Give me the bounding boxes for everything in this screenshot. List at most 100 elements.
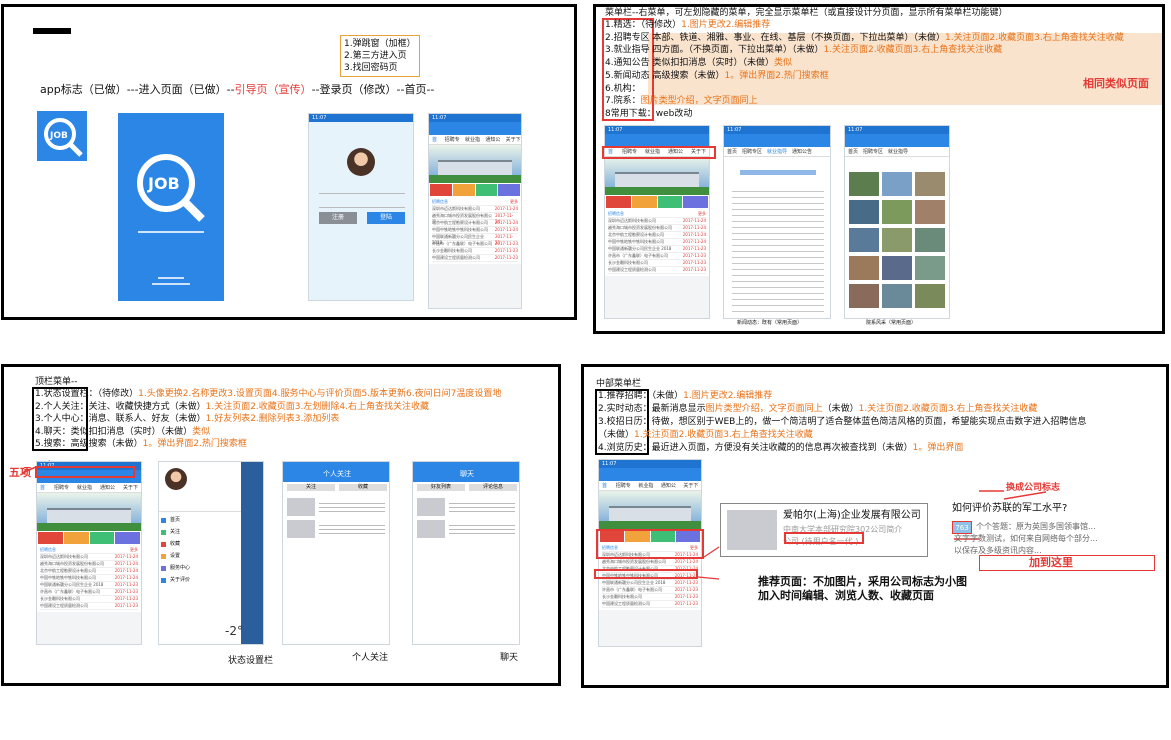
list-item[interactable]: 北京中航工程勘察设计有限公司 2017-11-24 bbox=[432, 220, 518, 227]
department-photo[interactable] bbox=[882, 256, 912, 280]
list-item[interactable]: 深圳市迈达斯科技有限公司 2017-11-24 bbox=[432, 206, 518, 213]
department-photo[interactable] bbox=[849, 256, 879, 280]
menu-item-black: （待修改） bbox=[640, 20, 682, 30]
menu-item-orange: 1.头像更换2.名称更改3.设置页面4.服务中心与评价页面5.版本更新6.夜间日… bbox=[138, 389, 502, 399]
list-item[interactable]: 越秀海口城市投资发展股份有限公司 2017-11-24 bbox=[608, 225, 706, 232]
list-item[interactable]: 长沙金雕科技有限公司 2017-11-23 bbox=[432, 248, 518, 255]
drawer-item[interactable]: 设置 bbox=[161, 550, 241, 562]
drawer-screen: 首页 关注 收藏 设置 服务中心 关于评价 -2° bbox=[158, 461, 264, 645]
quick-entry-icon[interactable] bbox=[657, 196, 683, 208]
department-photo[interactable] bbox=[915, 256, 945, 280]
tab-item[interactable]: 就业指导 bbox=[77, 483, 95, 501]
change-logo-note: 换成公司标志 bbox=[1006, 483, 1061, 493]
department-photo[interactable] bbox=[882, 200, 912, 224]
tab-item[interactable]: 招聘专区 bbox=[445, 135, 460, 153]
question-title: 如何评价苏联的军工水平? bbox=[952, 503, 1068, 514]
follow-tab-collect[interactable]: 收藏 bbox=[339, 484, 387, 491]
tab-item[interactable]: 关于下载 bbox=[123, 483, 141, 501]
recruit-list: 招聘信息 更多 深圳市迈达斯科技有限公司 2017-11-24 越秀海口城市投资发展股份… bbox=[605, 209, 709, 276]
drawer-item[interactable]: 收藏 bbox=[161, 538, 241, 550]
drawer-item[interactable]: 首页 bbox=[161, 514, 241, 526]
quick-entry-icon[interactable] bbox=[475, 184, 498, 196]
drawer-item[interactable]: 服务中心 bbox=[161, 562, 241, 574]
follow-tab-follow[interactable]: 关注 bbox=[287, 484, 335, 491]
tab-item[interactable]: 通知公告 bbox=[485, 135, 500, 153]
quick-entry-icon[interactable] bbox=[683, 196, 708, 208]
register-button[interactable]: 注册 bbox=[319, 212, 357, 224]
list-item-name: 中国联通新疆分公司民生企业 2018 bbox=[432, 234, 484, 245]
drawer-item[interactable]: 关于评价 bbox=[161, 574, 241, 586]
list-item[interactable]: 中国联通新疆分公司民生企业 2018 2017-11-23 bbox=[40, 582, 138, 589]
list-more[interactable]: 更多 bbox=[510, 199, 518, 205]
department-photo[interactable] bbox=[882, 172, 912, 196]
chat-tab-friends[interactable]: 好友列表 bbox=[417, 484, 465, 491]
department-photo[interactable] bbox=[849, 172, 879, 196]
quick-entry-icon[interactable] bbox=[89, 532, 115, 544]
tab-item[interactable]: 通知公告 bbox=[100, 483, 118, 501]
department-photo[interactable] bbox=[882, 284, 912, 308]
home-banner[interactable] bbox=[37, 493, 141, 531]
list-item[interactable]: 长沙金雕科技有限公司 2017-11-23 bbox=[40, 596, 138, 603]
list-item[interactable]: 越秀海口城市投资发展股份有限公司 2017-11-24 bbox=[432, 213, 518, 224]
list-header: 招聘信息 更多 bbox=[432, 199, 518, 206]
menu-item-black: ：（待修改） bbox=[88, 389, 139, 399]
department-photo[interactable] bbox=[849, 200, 879, 224]
menu-item-orange: 1.关注页面2.收藏页面3.右上角查找关注收藏 bbox=[823, 45, 1003, 56]
department-photo[interactable] bbox=[915, 172, 945, 196]
list-item[interactable]: 中国联通新疆分公司民生企业 2018 2017-11-23 bbox=[432, 234, 518, 245]
list-item[interactable]: 中国联通新疆分公司民生企业 2018 2017-11-23 bbox=[608, 246, 706, 253]
list-item[interactable]: 长沙金雕科技有限公司 2017-11-23 bbox=[608, 260, 706, 267]
list-item-name: 中国建设工程质量检测公司 bbox=[40, 603, 88, 608]
tab-item[interactable]: 首页 bbox=[432, 135, 440, 153]
home-banner[interactable] bbox=[605, 157, 709, 195]
list-item[interactable]: 深圳市迈达斯科技有限公司 2017-11-24 bbox=[608, 218, 706, 225]
menu-item-line: 2.招聘专区 本部、铁道、湘雅、事业、在线、基层（不换页面，下拉出菜单）（未做）… bbox=[605, 32, 1124, 45]
chat-tab-comments[interactable]: 评论信息 bbox=[469, 484, 517, 491]
list-item[interactable]: 中国建设工程质量检测公司 2017-11-23 bbox=[608, 267, 706, 274]
username-field[interactable] bbox=[319, 184, 405, 194]
tab-item[interactable]: 就业指导 bbox=[465, 135, 480, 153]
department-photo[interactable] bbox=[849, 284, 879, 308]
list-more[interactable]: 更多 bbox=[698, 211, 706, 217]
quick-entry-icon[interactable] bbox=[38, 532, 63, 544]
tab-item[interactable]: 首页 bbox=[40, 483, 49, 501]
password-field[interactable] bbox=[319, 198, 405, 208]
quick-entry-icon[interactable] bbox=[115, 532, 140, 544]
list-item[interactable]: 深圳市迈达斯科技有限公司 2017-11-24 bbox=[40, 554, 138, 561]
department-photo[interactable] bbox=[915, 200, 945, 224]
list-more[interactable]: 更多 bbox=[130, 547, 138, 553]
quick-entry-icon[interactable] bbox=[498, 184, 520, 196]
login-button[interactable]: 登陆 bbox=[367, 212, 405, 224]
quick-entry-icon[interactable] bbox=[430, 184, 452, 196]
department-photo[interactable] bbox=[915, 228, 945, 252]
follow-item-thumb-2 bbox=[287, 520, 315, 538]
tab-item[interactable]: 招聘专区 bbox=[54, 483, 72, 501]
list-item-name: 越秀海口城市投资发展股份有限公司 bbox=[608, 225, 672, 230]
list-item[interactable]: 中国中铁地铁中铁科技有限公司 2017-11-24 bbox=[608, 239, 706, 246]
list-header: 招聘信息 更多 bbox=[608, 211, 706, 218]
quick-entry-icon[interactable] bbox=[452, 184, 475, 196]
list-item[interactable]: 中国建设工程质量检测公司 2017-11-23 bbox=[40, 603, 138, 610]
list-item[interactable]: 北京中航工程勘察设计有限公司 2017-11-24 bbox=[608, 232, 706, 239]
list-item[interactable]: 许昌市（广东鑫联）电子有限公司 2017-11-23 bbox=[608, 253, 706, 260]
home-banner[interactable] bbox=[429, 145, 521, 183]
list-item[interactable]: 中国中铁地铁中铁科技有限公司 2017-11-24 bbox=[432, 227, 518, 234]
list-item[interactable]: 越秀海口城市投资发展股份有限公司 2017-11-24 bbox=[40, 561, 138, 568]
list-item[interactable]: 中国建设工程质量检测公司 2017-11-23 bbox=[432, 255, 518, 262]
quick-entry-icon[interactable] bbox=[63, 532, 89, 544]
list-item[interactable]: 北京中航工程勘察设计有限公司 2017-11-24 bbox=[40, 568, 138, 575]
list-item[interactable]: 中国中铁地铁中铁科技有限公司 2017-11-24 bbox=[40, 575, 138, 582]
list-item-date: 2017-11-23 bbox=[494, 248, 518, 253]
drawer-item[interactable]: 关注 bbox=[161, 526, 241, 538]
department-photo[interactable] bbox=[849, 228, 879, 252]
list-item[interactable]: 许昌市（广东鑫联）电子有限公司 2017-11-23 bbox=[40, 589, 138, 596]
list-item-name: 深圳市迈达斯科技有限公司 bbox=[608, 218, 656, 223]
avatar[interactable] bbox=[165, 468, 187, 490]
list-item[interactable]: 许昌市（广东鑫联）电子有限公司 2017-11-23 bbox=[432, 241, 518, 248]
quick-entry-icon[interactable] bbox=[606, 196, 631, 208]
list-item-date: 2017-11-24 bbox=[682, 239, 706, 244]
tab-item[interactable]: 关于下载 bbox=[506, 135, 521, 153]
department-photo[interactable] bbox=[915, 284, 945, 308]
quick-entry-icon[interactable] bbox=[631, 196, 657, 208]
department-photo[interactable] bbox=[882, 228, 912, 252]
